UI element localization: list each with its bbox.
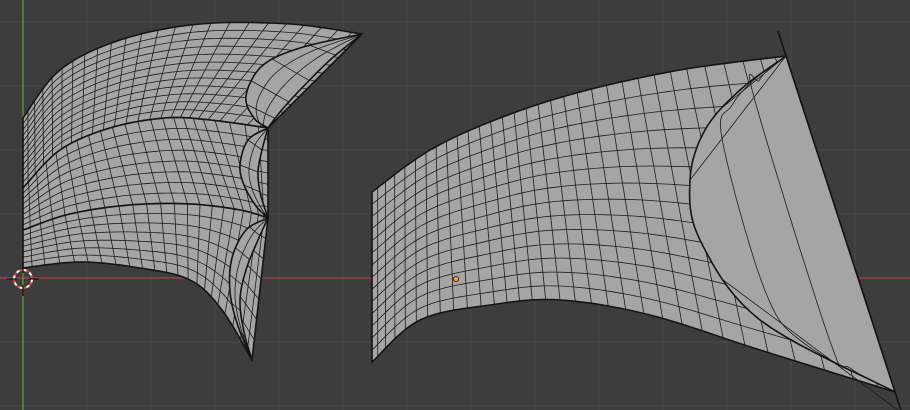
3d-viewport[interactable] (0, 0, 910, 410)
wing-single-edge-ring (404, 166, 406, 330)
wing-panel-top-edge-ring (34, 100, 36, 175)
segmented-wing-mesh[interactable] (22, 21, 364, 363)
object-origin-dot (452, 275, 459, 282)
viewport-canvas[interactable] (0, 0, 910, 410)
single-wing-mesh[interactable] (371, 31, 903, 410)
